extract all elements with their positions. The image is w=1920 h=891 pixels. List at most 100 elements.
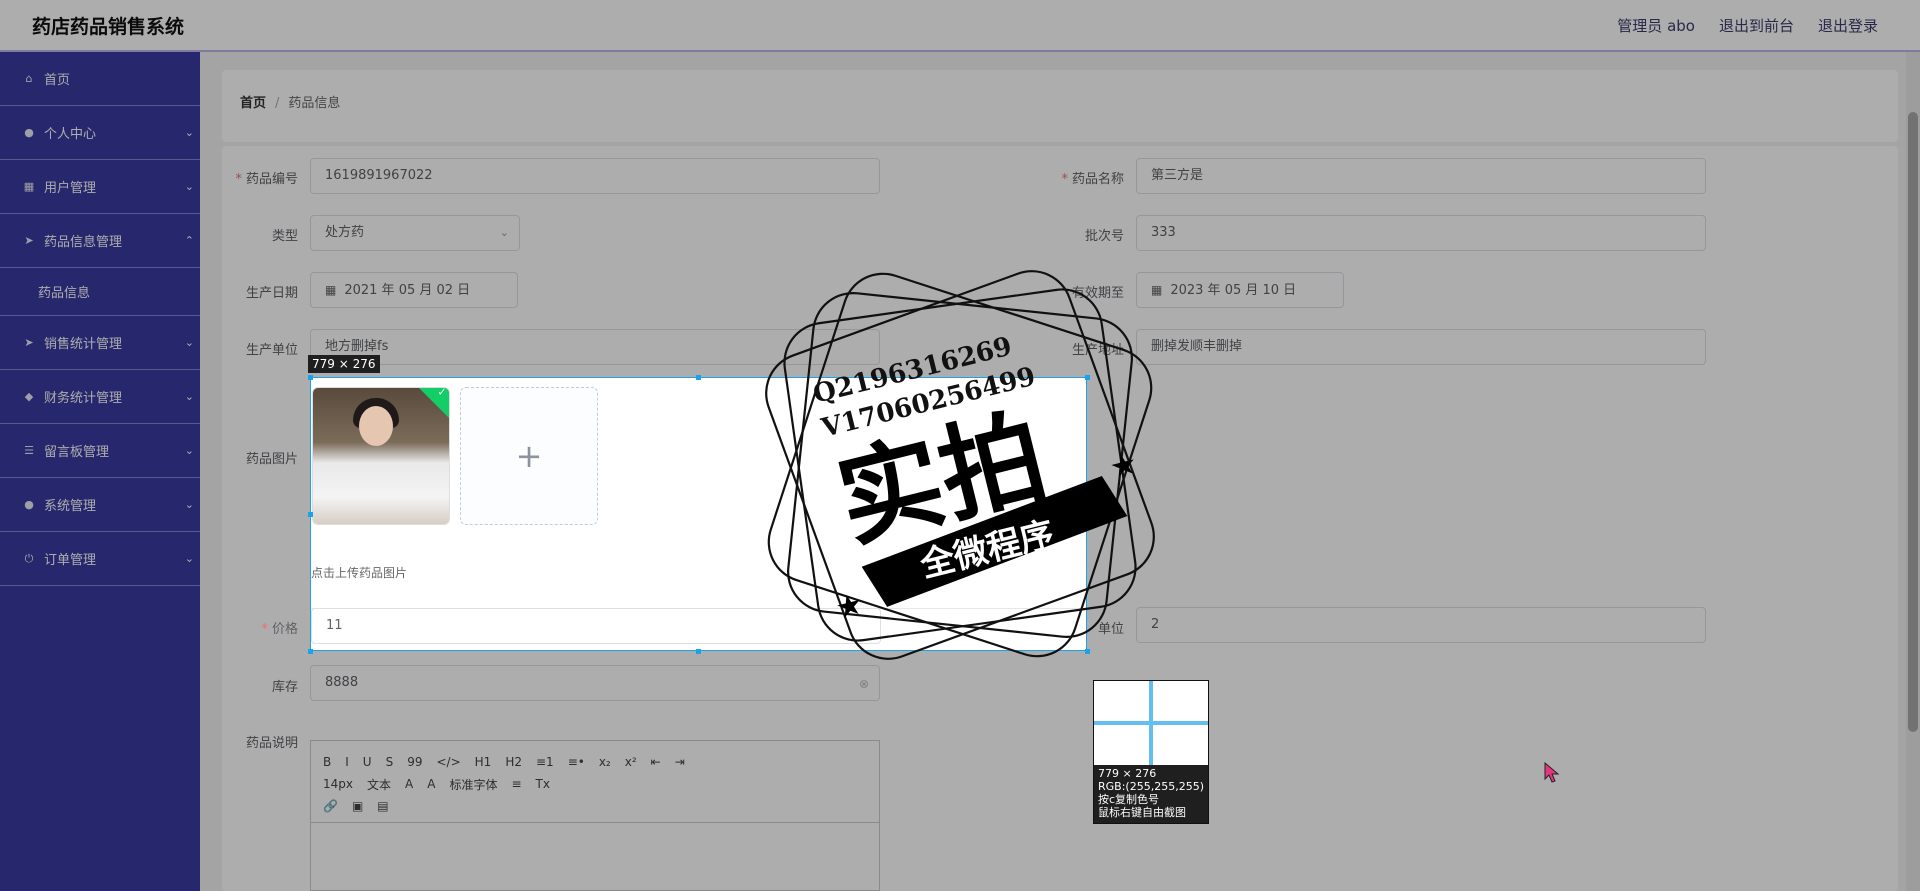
upload-add-button[interactable]: +	[460, 387, 598, 525]
magnifier-rgb: RGB:(255,255,255)	[1098, 780, 1204, 793]
h2-button[interactable]: H2	[505, 755, 522, 769]
upload-success-badge: ✓	[415, 387, 449, 421]
sidebar-item-finance-stats[interactable]: ◆ 财务统计管理 ⌄	[0, 370, 200, 424]
batch-value: 333	[1151, 225, 1176, 240]
sidebar-item-label: 销售统计管理	[44, 337, 123, 352]
power-icon: ⏻	[24, 551, 34, 565]
image-label: 药品图片	[245, 452, 298, 467]
maker-value: 地方删掉fs	[325, 339, 389, 354]
sidebar-item-home[interactable]: ⌂ 首页	[0, 52, 200, 106]
sidebar-item-sales-stats[interactable]: ➤ 销售统计管理 ⌄	[0, 316, 200, 370]
bold-button[interactable]: B	[323, 755, 331, 769]
type-select[interactable]: 处方药 ⌄	[310, 215, 520, 251]
editor-toolbar: B I U S 99 </> H1 H2 ≡1 ≡• x₂ x² ⇤ ⇥ 14p…	[311, 741, 879, 823]
batch-label: 批次号	[1084, 229, 1124, 244]
sidebar-item-orders[interactable]: ⏻ 订单管理 ⌄	[0, 532, 200, 586]
clear-format-button[interactable]: Tx	[536, 777, 550, 791]
code-button[interactable]: </>	[436, 755, 460, 769]
video-icon[interactable]: ▤	[377, 799, 388, 813]
h1-button[interactable]: H1	[475, 755, 492, 769]
chevron-down-icon: ⌄	[184, 444, 194, 457]
address-input[interactable]: 删掉发顺丰删掉	[1136, 329, 1706, 365]
sidebar-subitem-drug-info[interactable]: 药品信息	[0, 268, 200, 316]
font-color-button[interactable]: A	[405, 777, 413, 791]
sidebar-item-label: 个人中心	[44, 127, 97, 142]
name-label: 药品名称	[1034, 168, 1124, 187]
send-icon: ➤	[24, 336, 34, 349]
subscript-button[interactable]: x₂	[599, 755, 611, 769]
stock-label: 库存	[271, 680, 298, 695]
sidebar-item-label: 药品信息管理	[44, 235, 123, 250]
chevron-up-icon: ⌃	[184, 234, 194, 247]
prod-date-picker[interactable]: ▦ 2021 年 05 月 02 日	[310, 272, 518, 308]
magnifier-hint-free: 鼠标右键自由截图	[1098, 806, 1186, 819]
sidebar-item-label: 留言板管理	[44, 445, 110, 460]
resize-handle[interactable]	[308, 649, 313, 654]
star-icon: ★	[1106, 446, 1141, 486]
uploaded-image-thumb[interactable]: ✓	[312, 387, 450, 525]
chevron-down-icon: ⌄	[499, 226, 509, 239]
chevron-down-icon: ⌄	[184, 180, 194, 193]
font-size-select[interactable]: 14px	[323, 777, 353, 791]
user-icon: ●	[24, 126, 34, 139]
resize-handle[interactable]	[696, 375, 701, 380]
code-label: 药品编号	[208, 168, 298, 187]
breadcrumb-separator: /	[275, 96, 280, 111]
resize-handle[interactable]	[696, 649, 701, 654]
resize-handle[interactable]	[308, 375, 313, 380]
bullet-list-button[interactable]: ≡•	[568, 755, 585, 769]
sidebar-item-profile[interactable]: ● 个人中心 ⌄	[0, 106, 200, 160]
grid-icon: ▦	[23, 180, 35, 193]
crosshair-horizontal	[1094, 721, 1208, 725]
sidebar-item-label: 系统管理	[44, 499, 97, 514]
sidebar-item-users[interactable]: ▦ 用户管理 ⌄	[0, 160, 200, 214]
unit-input[interactable]: 2	[1136, 607, 1706, 643]
align-button[interactable]: ≡	[511, 777, 521, 791]
type-label: 类型	[271, 229, 298, 244]
list-icon: ☰	[24, 444, 34, 457]
chevron-down-icon: ⌄	[184, 336, 194, 349]
code-value: 1619891967022	[325, 168, 433, 183]
font-family-select[interactable]: 标准字体	[449, 776, 497, 793]
sidebar-item-system[interactable]: ● 系统管理 ⌄	[0, 478, 200, 532]
logout-link[interactable]: 退出登录	[1818, 15, 1878, 36]
check-icon: ✓	[437, 387, 447, 399]
expiry-value: 2023 年 05 月 10 日	[1170, 283, 1297, 298]
back-to-front-link[interactable]: 退出到前台	[1719, 15, 1794, 36]
drug-photo: ✓	[313, 388, 449, 524]
bg-color-button[interactable]: A	[427, 777, 435, 791]
name-input[interactable]: 第三方是	[1136, 158, 1706, 194]
home-icon: ⌂	[25, 72, 33, 85]
quote-button[interactable]: 99	[407, 755, 422, 769]
code-input[interactable]: 1619891967022	[310, 158, 880, 194]
sidebar-item-messages[interactable]: ☰ 留言板管理 ⌄	[0, 424, 200, 478]
photo-face	[359, 406, 393, 446]
app-title: 药店药品销售系统	[32, 16, 185, 38]
prod-date-label: 生产日期	[245, 286, 298, 301]
sidebar-item-drug-info[interactable]: ➤ 药品信息管理 ⌃	[0, 214, 200, 268]
image-icon[interactable]: ▣	[352, 799, 363, 813]
ordered-list-button[interactable]: ≡1	[536, 755, 554, 769]
rich-text-editor[interactable]: B I U S 99 </> H1 H2 ≡1 ≡• x₂ x² ⇤ ⇥ 14p…	[310, 740, 880, 891]
page-scrollbar[interactable]	[1906, 52, 1920, 891]
breadcrumb-home[interactable]: 首页	[240, 96, 266, 111]
underline-button[interactable]: U	[363, 755, 372, 769]
link-icon[interactable]: 🔗	[323, 799, 338, 813]
outdent-button[interactable]: ⇤	[651, 755, 661, 769]
indent-button[interactable]: ⇥	[675, 755, 685, 769]
sidebar-item-label: 财务统计管理	[44, 391, 123, 406]
price-value: 11	[326, 618, 343, 633]
batch-input[interactable]: 333	[1136, 215, 1706, 251]
admin-user-link[interactable]: 管理员 abo	[1617, 15, 1695, 36]
calendar-icon: ▦	[325, 283, 337, 297]
resize-handle[interactable]	[308, 512, 313, 517]
italic-button[interactable]: I	[345, 755, 349, 769]
magnifier-info: 779 × 276 RGB:(255,255,255) 按c复制色号 鼠标右键自…	[1094, 765, 1208, 821]
header-nav: 管理员 abo 退出到前台 退出登录	[1617, 15, 1878, 36]
superscript-button[interactable]: x²	[625, 755, 637, 769]
scrollbar-thumb[interactable]	[1908, 112, 1918, 732]
strike-button[interactable]: S	[386, 755, 394, 769]
block-type-select[interactable]: 文本	[367, 776, 391, 793]
sidebar-item-label: 订单管理	[44, 553, 97, 568]
type-value: 处方药	[325, 225, 365, 240]
